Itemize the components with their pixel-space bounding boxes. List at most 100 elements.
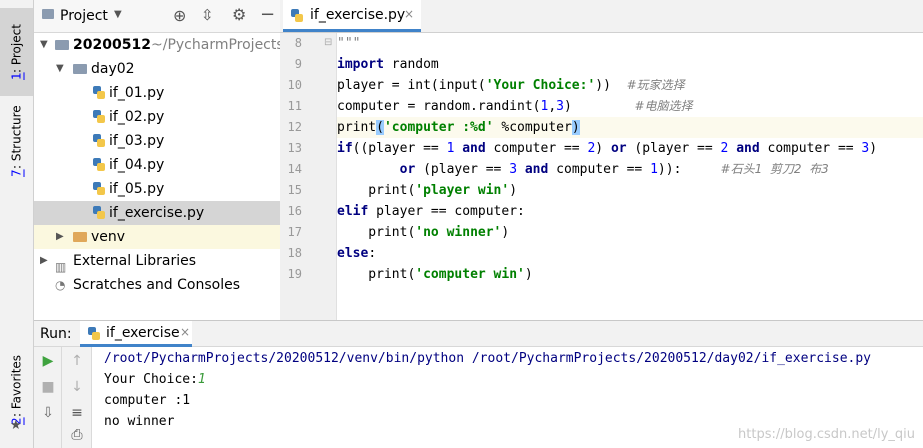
tree-folder-day02[interactable]: ▼ day02 <box>34 57 280 81</box>
star-icon: ★ <box>10 418 22 433</box>
keyword: if <box>337 141 353 156</box>
arrow-down-icon[interactable]: ↓ <box>67 379 87 395</box>
code-line: import random <box>337 54 923 75</box>
keyword: else <box>337 246 369 261</box>
collapse-arrow-icon[interactable]: ▶ <box>40 249 50 273</box>
editor-tab-active[interactable]: if_exercise.py × <box>283 0 421 32</box>
tree-file[interactable]: if_01.py <box>34 81 280 105</box>
project-tool-tab[interactable]: 1: Project <box>0 8 33 96</box>
line-number: 11 <box>287 99 302 113</box>
line-number: 18 <box>287 246 302 260</box>
editor-tab-label: if_exercise.py <box>310 7 406 23</box>
tree-file[interactable]: if_02.py <box>34 105 280 129</box>
print-icon[interactable]: ⎙ <box>67 427 87 443</box>
code-editor[interactable]: """ import random player = int(input('Yo… <box>337 33 923 320</box>
line-number: 9 <box>294 57 302 71</box>
folder-icon <box>55 40 69 50</box>
tree-external-libraries[interactable]: ▶ ▥ External Libraries <box>34 249 280 274</box>
code-text: (player == <box>626 141 721 156</box>
python-file-icon <box>93 110 105 123</box>
code-text: )) <box>595 78 627 93</box>
pin-icon[interactable]: ⇩ <box>38 405 58 421</box>
keyword: or <box>610 141 627 156</box>
run-toolbar: ▶ ■ ⇩ <box>34 347 62 448</box>
close-icon[interactable]: × <box>180 325 190 339</box>
code-text: ((player == <box>352 141 447 156</box>
structure-tool-tab[interactable]: 7: Structure <box>0 102 33 180</box>
tree-folder-venv[interactable]: ▶ venv <box>34 225 280 249</box>
close-icon[interactable]: × <box>404 7 414 21</box>
line-number: 16 <box>287 204 302 218</box>
tree-file[interactable]: if_03.py <box>34 129 280 153</box>
project-view-title[interactable]: Project <box>60 8 108 24</box>
code-line: if((player == 1 and computer == 2) or (p… <box>337 138 923 159</box>
gear-icon[interactable]: ⚙ <box>232 5 246 24</box>
code-text: player = int(input( <box>337 78 486 93</box>
brace-match: ) <box>571 120 580 135</box>
number-literal: 3 <box>556 99 564 114</box>
code-text: print( <box>337 267 416 282</box>
folder-icon <box>73 64 87 74</box>
run-config-name: if_exercise <box>106 325 180 341</box>
comment: #玩家选择 <box>626 78 685 92</box>
fold-marker-icon[interactable]: ⊟ <box>324 37 332 48</box>
stop-icon[interactable]: ■ <box>38 379 58 395</box>
rerun-icon[interactable]: ▶ <box>38 353 58 369</box>
line-number: 13 <box>287 141 302 155</box>
tree-file[interactable]: if_04.py <box>34 153 280 177</box>
code-line: print('player win') <box>337 180 923 201</box>
comment: #石头1 剪刀2 布3 <box>720 162 829 176</box>
run-label: Run: <box>40 326 72 342</box>
code-text: computer = random.randint( <box>337 99 541 114</box>
comment: #电脑选择 <box>634 99 693 113</box>
root-folder-path: ~/PycharmProjects/2 <box>151 37 280 53</box>
console-command-line: /root/PycharmProjects/20200512/venv/bin/… <box>104 351 872 366</box>
file-name: if_02.py <box>109 109 165 125</box>
code-line: print('computer win') <box>337 264 923 285</box>
expand-arrow-icon[interactable]: ▼ <box>40 33 50 57</box>
soft-wrap-icon[interactable]: ≡ <box>67 405 87 421</box>
code-line-current: print('computer :%d' %computer) <box>337 117 923 138</box>
console-line: Your Choice:1 <box>104 369 206 390</box>
expand-arrow-icon[interactable]: ▼ <box>56 57 66 81</box>
collapse-icon[interactable]: ⇳ <box>201 6 214 24</box>
structure-tab-label: : Structure <box>9 105 24 170</box>
project-tree: ▼ 20200512 ~/PycharmProjects/2 ▼ day02 i… <box>34 33 280 320</box>
code-text: random <box>383 57 439 72</box>
code-line: player = int(input('Your Choice:')) #玩家选… <box>337 75 923 96</box>
locate-icon[interactable]: ⊕ <box>173 6 186 25</box>
code-text: (player == <box>415 162 510 177</box>
tree-file-selected[interactable]: if_exercise.py <box>34 201 280 225</box>
folder-icon <box>73 232 87 242</box>
python-file-icon <box>93 134 105 147</box>
chevron-down-icon[interactable]: ▼ <box>114 9 122 20</box>
arrow-up-icon[interactable]: ↑ <box>67 353 87 369</box>
tree-file[interactable]: if_05.py <box>34 177 280 201</box>
code-text: ) <box>595 141 611 156</box>
python-file-icon <box>93 158 105 171</box>
keyword: elif <box>337 204 369 219</box>
keyword: import <box>337 57 384 72</box>
code-text: print <box>337 120 377 135</box>
scratches-icon: ◔ <box>55 278 66 292</box>
collapse-arrow-icon[interactable]: ▶ <box>56 225 66 249</box>
code-text: ) <box>524 267 533 282</box>
code-text: ) <box>869 141 878 156</box>
python-file-icon <box>291 9 303 22</box>
number-literal: 1 <box>650 162 658 177</box>
tree-scratches[interactable]: ◔ Scratches and Consoles <box>34 273 280 297</box>
structure-tab-number: 7 <box>9 169 24 177</box>
code-text: computer == <box>485 141 588 156</box>
number-literal: 3 <box>509 162 518 177</box>
number-literal: 1 <box>446 141 455 156</box>
code-line: print('no winner') <box>337 222 923 243</box>
file-name: if_04.py <box>109 157 165 173</box>
hide-icon[interactable]: − <box>260 4 275 25</box>
file-name: if_01.py <box>109 85 165 101</box>
line-number: 12 <box>287 120 302 134</box>
code-text: , <box>548 99 557 114</box>
code-text: player == computer: <box>368 204 525 219</box>
tree-root[interactable]: ▼ 20200512 ~/PycharmProjects/2 <box>34 33 280 57</box>
run-config-tab[interactable]: if_exercise × <box>80 321 192 347</box>
